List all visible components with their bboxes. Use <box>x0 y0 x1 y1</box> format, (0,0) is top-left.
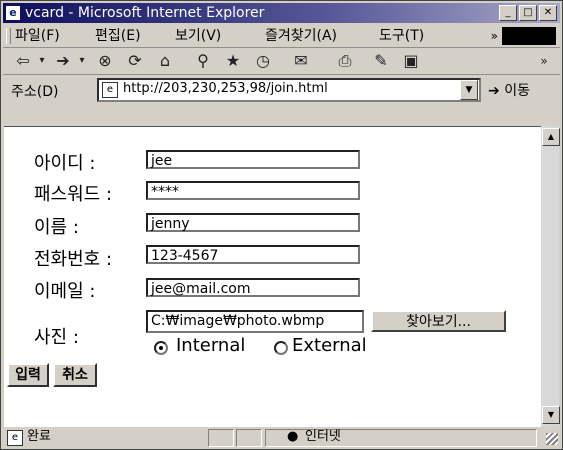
cancel-button[interactable]: 취소 <box>53 363 97 387</box>
go-arrow-icon: ➔ <box>488 83 500 99</box>
minimize-button[interactable]: _ <box>499 5 517 21</box>
vertical-scrollbar[interactable]: ▲ ▼ <box>541 126 560 426</box>
scroll-up-icon[interactable]: ▲ <box>542 128 560 146</box>
globe-icon: ● <box>287 429 299 444</box>
address-dropdown-icon[interactable]: ▼ <box>460 80 478 100</box>
menu-file[interactable]: 파일(F) <box>15 25 60 47</box>
menu-view[interactable]: 보기(V) <box>175 25 221 47</box>
browser-window: e vcard - Microsoft Internet Explorer _ … <box>0 0 563 450</box>
menu-favorites[interactable]: 즐겨찾기(A) <box>265 25 337 47</box>
back-icon[interactable]: ⇦ <box>11 51 35 71</box>
resize-grip-icon[interactable] <box>546 433 558 445</box>
status-text: 완료 <box>27 429 51 444</box>
refresh-icon[interactable]: ⟳ <box>123 51 147 71</box>
toolbar-overflow-icon[interactable]: » <box>537 51 551 71</box>
id-label: 아이디 : <box>34 153 96 174</box>
history-icon[interactable]: ◷ <box>251 51 275 71</box>
title-bar[interactable]: e vcard - Microsoft Internet Explorer _ … <box>3 3 560 23</box>
favorites-icon[interactable]: ★ <box>221 51 245 71</box>
edit-icon[interactable]: ✎ <box>369 51 393 71</box>
photo-label: 사진 : <box>34 327 79 348</box>
go-button[interactable]: ➔ 이동 <box>488 80 530 100</box>
password-label: 패스워드 : <box>34 184 113 205</box>
password-input[interactable]: **** <box>146 181 360 200</box>
radio-external-label: External <box>292 335 367 356</box>
scroll-down-icon[interactable]: ▼ <box>542 406 560 424</box>
phone-input[interactable]: 123-4567 <box>146 245 360 264</box>
phone-label: 전화번호 : <box>34 249 113 270</box>
search-icon[interactable]: ⚲ <box>191 51 215 71</box>
email-input[interactable]: jee@mail.com <box>146 278 360 297</box>
address-input[interactable]: e http://203,230,253,98/join.html <box>97 78 481 102</box>
menu-grip <box>6 28 11 44</box>
menu-tools[interactable]: 도구(T) <box>379 25 424 47</box>
submit-button[interactable]: 입력 <box>7 363 49 387</box>
browse-button[interactable]: 찾아보기... <box>371 310 506 332</box>
maximize-button[interactable]: □ <box>519 5 537 21</box>
back-dropdown-icon[interactable]: ▾ <box>37 51 47 71</box>
radio-internal[interactable] <box>154 341 168 355</box>
status-cell-2 <box>236 429 262 447</box>
email-label: 이메일 : <box>34 281 96 302</box>
ie-app-icon: e <box>6 6 20 20</box>
radio-internal-label: Internal <box>176 335 246 356</box>
status-zone: 인터넷 <box>305 429 341 444</box>
id-input[interactable]: jee <box>146 150 360 169</box>
window-title: vcard - Microsoft Internet Explorer <box>25 5 265 21</box>
forward-dropdown-icon[interactable]: ▾ <box>77 51 87 71</box>
standard-toolbar: ⇦ ▾ ➔ ▾ ⊗ ⟳ ⌂ ⚲ ★ ◷ ✉ ⎙ ✎ ▣ » <box>3 48 560 75</box>
stop-icon[interactable]: ⊗ <box>93 51 117 71</box>
throbber-logo <box>502 27 556 45</box>
menu-edit[interactable]: 편집(E) <box>95 25 141 47</box>
status-page-icon: e <box>7 430 23 446</box>
discuss-icon[interactable]: ▣ <box>399 51 423 71</box>
page-content: 아이디 : jee 패스워드 : **** 이름 : jenny 전화번호 : … <box>4 126 541 427</box>
forward-icon[interactable]: ➔ <box>51 51 75 71</box>
close-button[interactable]: ✕ <box>539 5 557 21</box>
address-url: http://203,230,253,98/join.html <box>123 81 328 96</box>
menu-overflow-chevron[interactable]: » <box>491 25 498 47</box>
go-label: 이동 <box>504 83 530 99</box>
print-icon[interactable]: ⎙ <box>333 51 357 71</box>
status-bar: e 완료 ● 인터넷 <box>3 427 560 447</box>
address-label: 주소(D) <box>11 84 59 100</box>
menu-bar: 파일(F) 편집(E) 보기(V) 즐겨찾기(A) 도구(T) » <box>3 25 560 48</box>
name-label: 이름 : <box>34 217 79 238</box>
photo-file-input[interactable]: C:₩image₩photo.wbmp <box>146 310 364 333</box>
address-bar: 주소(D) e http://203,230,253,98/join.html … <box>3 76 560 104</box>
mail-icon[interactable]: ✉ <box>289 51 313 71</box>
home-icon[interactable]: ⌂ <box>153 51 177 71</box>
radio-external[interactable] <box>274 341 288 355</box>
page-icon: e <box>102 82 118 98</box>
status-cell-1 <box>208 429 234 447</box>
name-input[interactable]: jenny <box>146 213 360 232</box>
